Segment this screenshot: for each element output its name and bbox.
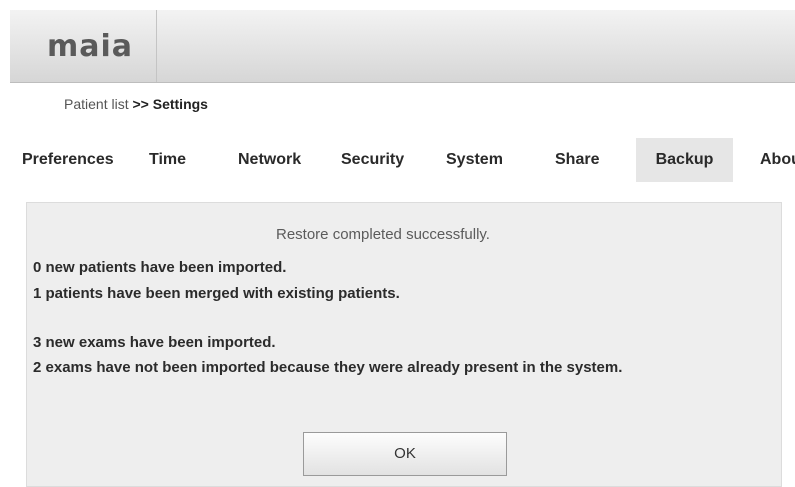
app-header: maia — [10, 10, 795, 83]
tab-preferences[interactable]: Preferences — [22, 138, 114, 182]
breadcrumb: Patient list >> Settings — [64, 96, 208, 112]
ok-button[interactable]: OK — [303, 432, 507, 476]
tab-time[interactable]: Time — [149, 138, 186, 182]
tab-about[interactable]: Abou — [760, 138, 795, 182]
skipped-exams-line: 2 exams have not been imported because t… — [33, 359, 623, 376]
breadcrumb-patient-list-link[interactable]: Patient list — [64, 96, 129, 112]
tab-backup[interactable]: Backup — [636, 138, 733, 182]
new-patients-line: 0 new patients have been imported. — [33, 259, 287, 276]
merged-patients-line: 1 patients have been merged with existin… — [33, 285, 400, 302]
tab-system[interactable]: System — [446, 138, 503, 182]
breadcrumb-current: Settings — [152, 96, 208, 112]
logo-cell: maia — [10, 10, 157, 82]
breadcrumb-separator: >> — [128, 96, 153, 112]
app-logo[interactable]: maia — [47, 32, 133, 62]
tab-security[interactable]: Security — [341, 138, 404, 182]
settings-tabs: Preferences Time Network Security System… — [0, 138, 795, 182]
restore-status-title: Restore completed successfully. — [276, 226, 490, 243]
tab-share[interactable]: Share — [555, 138, 599, 182]
tab-network[interactable]: Network — [238, 138, 301, 182]
new-exams-line: 3 new exams have been imported. — [33, 334, 276, 351]
